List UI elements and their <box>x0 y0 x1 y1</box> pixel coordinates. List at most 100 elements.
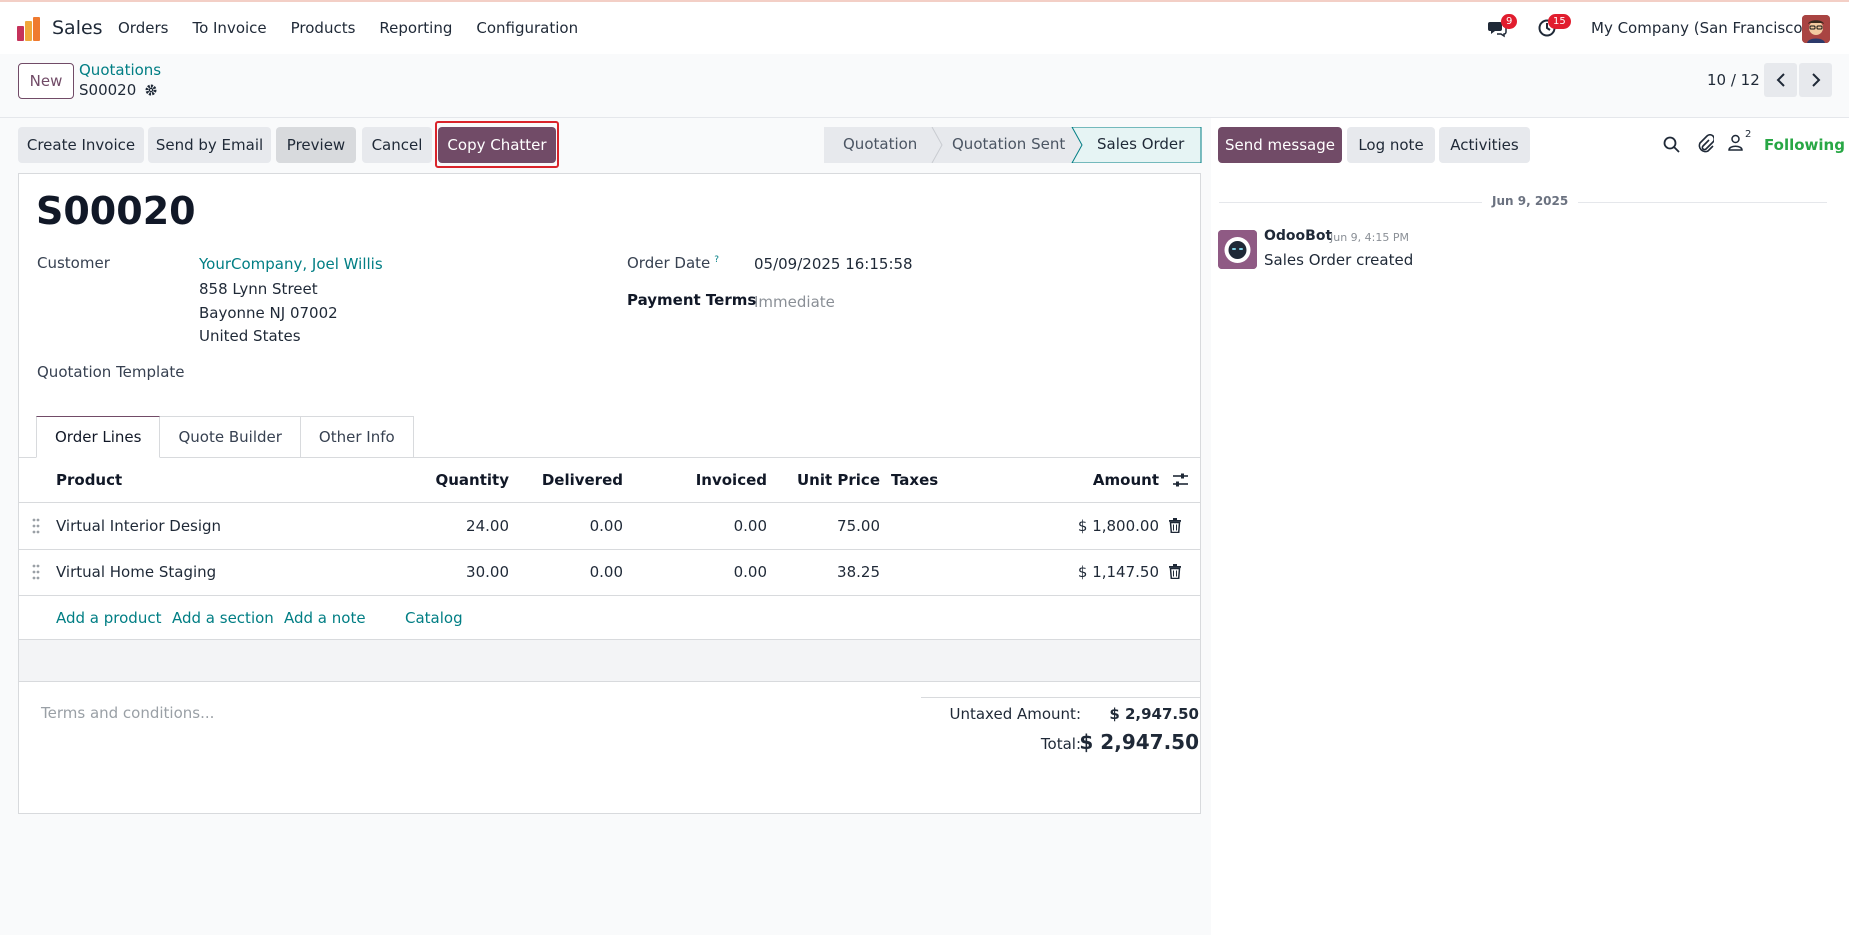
search-icon[interactable] <box>1663 136 1680 153</box>
followers-count: 2 <box>1745 129 1752 140</box>
gear-icon[interactable] <box>144 83 158 97</box>
stage-sales-order[interactable]: Sales Order <box>1097 135 1184 153</box>
quotation-template-label: Quotation Template <box>37 363 185 381</box>
sales-app-icon[interactable] <box>16 16 42 42</box>
main-menu: Orders To Invoice Products Reporting Con… <box>118 19 602 37</box>
line-invoiced: 0.00 <box>733 563 767 581</box>
line-invoiced: 0.00 <box>733 517 767 535</box>
catalog-link[interactable]: Catalog <box>405 609 463 627</box>
drag-handle-icon[interactable] <box>32 564 40 580</box>
totals-divider <box>921 697 1200 698</box>
customer-country: United States <box>199 327 301 345</box>
trash-icon[interactable] <box>1169 518 1181 533</box>
following-button[interactable]: Following <box>1764 136 1845 154</box>
create-invoice-button[interactable]: Create Invoice <box>18 127 144 163</box>
pager-next-button[interactable] <box>1799 63 1832 97</box>
add-line-row: Add a product Add a section Add a note C… <box>19 596 1200 640</box>
line-product[interactable]: Virtual Home Staging <box>56 563 216 581</box>
line-quantity[interactable]: 24.00 <box>409 517 509 535</box>
user-icon <box>1728 134 1743 151</box>
message-body: Sales Order created <box>1264 251 1414 269</box>
customer-link[interactable]: YourCompany, Joel Willis <box>199 255 383 273</box>
empty-row <box>19 640 1200 682</box>
send-message-button[interactable]: Send message <box>1218 127 1342 163</box>
navbar: Sales Orders To Invoice Products Reporti… <box>0 2 1849 54</box>
company-switcher[interactable]: My Company (San Francisco) <box>1591 19 1808 37</box>
chevron-left-icon <box>1776 73 1785 87</box>
order-lines-header: Product Quantity Delivered Invoiced Unit… <box>19 458 1200 503</box>
col-invoiced[interactable]: Invoiced <box>659 471 767 489</box>
line-amount: $ 1,147.50 <box>1077 563 1159 581</box>
payment-terms-field[interactable]: Immediate <box>754 293 835 311</box>
breadcrumb-quotations[interactable]: Quotations <box>79 61 161 79</box>
order-date-help[interactable]: ? <box>714 255 719 265</box>
breadcrumb-current: S00020 <box>79 81 158 99</box>
add-product-link[interactable]: Add a product <box>56 609 161 627</box>
add-section-link[interactable]: Add a section <box>172 609 274 627</box>
line-amount: $ 1,800.00 <box>1077 517 1159 535</box>
menu-products[interactable]: Products <box>291 19 356 37</box>
untaxed-amount-value: $ 2,947.50 <box>1109 705 1199 723</box>
line-unit-price[interactable]: 75.00 <box>779 517 880 535</box>
app-name[interactable]: Sales <box>52 17 103 39</box>
activities-systray[interactable]: 15 <box>1537 14 1571 42</box>
notebook-tabs: Order Lines Quote Builder Other Info <box>36 416 414 458</box>
total-value: $ 2,947.50 <box>1079 730 1199 754</box>
preview-button[interactable]: Preview <box>276 127 356 163</box>
menu-orders[interactable]: Orders <box>118 19 168 37</box>
tab-other-info[interactable]: Other Info <box>300 416 414 458</box>
odoobot-avatar <box>1218 230 1257 269</box>
user-avatar[interactable] <box>1802 15 1830 43</box>
copy-chatter-highlight <box>435 121 559 168</box>
messages-systray[interactable]: 9 <box>1487 14 1518 42</box>
add-note-link[interactable]: Add a note <box>284 609 366 627</box>
user-avatar-icon <box>1802 15 1830 43</box>
pager-previous-button[interactable] <box>1764 63 1797 97</box>
messages-badge: 9 <box>1501 14 1518 29</box>
form-sheet: S00020 Customer YourCompany, Joel Willis… <box>18 173 1201 814</box>
payment-terms-label: Payment Terms <box>627 291 757 309</box>
message-author[interactable]: OdooBot <box>1264 228 1332 244</box>
followers-button[interactable]: 2 <box>1728 129 1754 154</box>
line-delivered[interactable]: 0.00 <box>521 517 623 535</box>
menu-to-invoice[interactable]: To Invoice <box>192 19 266 37</box>
order-date-value[interactable]: 05/09/2025 16:15:58 <box>754 255 913 273</box>
paperclip-icon[interactable] <box>1697 134 1714 154</box>
trash-icon[interactable] <box>1169 564 1181 579</box>
customer-street: 858 Lynn Street <box>199 280 318 298</box>
col-delivered[interactable]: Delivered <box>521 471 623 489</box>
pager-value[interactable]: 10 / 12 <box>1707 71 1760 89</box>
col-unit-price[interactable]: Unit Price <box>779 471 880 489</box>
new-button[interactable]: New <box>18 63 74 99</box>
drag-handle-icon[interactable] <box>32 518 40 534</box>
col-product[interactable]: Product <box>56 471 122 489</box>
send-by-email-button[interactable]: Send by Email <box>148 127 271 163</box>
control-panel: New Quotations S00020 10 / 12 <box>0 54 1849 118</box>
activities-button[interactable]: Activities <box>1439 127 1530 163</box>
col-taxes[interactable]: Taxes <box>891 471 938 489</box>
line-delivered[interactable]: 0.00 <box>521 563 623 581</box>
total-label: Total: <box>1040 735 1081 753</box>
customer-city: Bayonne NJ 07002 <box>199 304 338 322</box>
line-quantity[interactable]: 30.00 <box>409 563 509 581</box>
col-quantity[interactable]: Quantity <box>409 471 510 489</box>
cancel-button[interactable]: Cancel <box>362 127 432 163</box>
optional-columns-icon[interactable] <box>1172 472 1189 488</box>
tab-quote-builder[interactable]: Quote Builder <box>160 416 301 458</box>
untaxed-amount-label: Untaxed Amount: <box>949 705 1082 723</box>
order-name: S00020 <box>36 189 196 233</box>
line-product[interactable]: Virtual Interior Design <box>56 517 221 535</box>
log-note-button[interactable]: Log note <box>1347 127 1435 163</box>
date-separator: Jun 9, 2025 <box>1482 194 1579 208</box>
menu-configuration[interactable]: Configuration <box>476 19 578 37</box>
line-unit-price[interactable]: 38.25 <box>779 563 880 581</box>
tab-order-lines[interactable]: Order Lines <box>36 416 161 458</box>
stage-quotation-sent[interactable]: Quotation Sent <box>952 135 1065 153</box>
terms-and-conditions-field[interactable]: Terms and conditions... <box>41 704 214 722</box>
table-row[interactable]: Virtual Home Staging 30.00 0.00 0.00 38.… <box>19 550 1200 596</box>
stage-quotation[interactable]: Quotation <box>843 135 917 153</box>
robot-icon <box>1218 230 1257 269</box>
col-amount[interactable]: Amount <box>1059 471 1159 489</box>
table-row[interactable]: Virtual Interior Design 24.00 0.00 0.00 … <box>19 504 1200 550</box>
menu-reporting[interactable]: Reporting <box>379 19 452 37</box>
